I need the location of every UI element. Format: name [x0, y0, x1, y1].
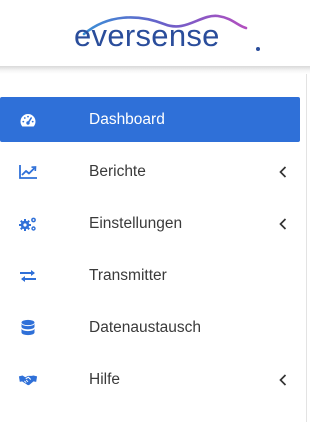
sidebar-item-label: Datenaustausch [89, 318, 202, 336]
logo-text: eversense [74, 18, 220, 53]
sidebar-nav: Dashboard Berichte Einstellungen Transmi… [0, 97, 306, 409]
sidebar-item-label: Einstellungen [89, 214, 183, 232]
sidebar-item-berichte[interactable]: Berichte [0, 149, 300, 194]
sidebar-item-dashboard[interactable]: Dashboard [0, 97, 300, 142]
sidebar-item-label: Hilfe [89, 370, 121, 388]
logo-dot [256, 47, 260, 51]
sidebar-item-label: Dashboard [89, 110, 165, 128]
sidebar-item-einstellungen[interactable]: Einstellungen [0, 201, 300, 246]
header-shadow [0, 66, 310, 74]
eversense-logo[interactable]: eversense [68, 8, 268, 60]
chevron-left-icon[interactable] [277, 217, 289, 231]
sidebar-item-hilfe[interactable]: Hilfe [0, 357, 300, 402]
database-icon [18, 319, 38, 336]
sidebar-border [306, 74, 307, 422]
chevron-left-icon[interactable] [277, 165, 289, 179]
exchange-icon [18, 268, 38, 284]
app-header: eversense [0, 0, 310, 66]
handshake-icon [18, 372, 38, 388]
chart-icon [18, 164, 38, 180]
sidebar-item-transmitter[interactable]: Transmitter [0, 253, 300, 298]
sidebar-item-datenaustausch[interactable]: Datenaustausch [0, 305, 300, 350]
sidebar-item-label: Berichte [89, 162, 146, 180]
sidebar-item-label: Transmitter [89, 266, 167, 284]
gears-icon [18, 216, 38, 232]
dashboard-icon [18, 112, 38, 128]
chevron-left-icon[interactable] [277, 373, 289, 387]
